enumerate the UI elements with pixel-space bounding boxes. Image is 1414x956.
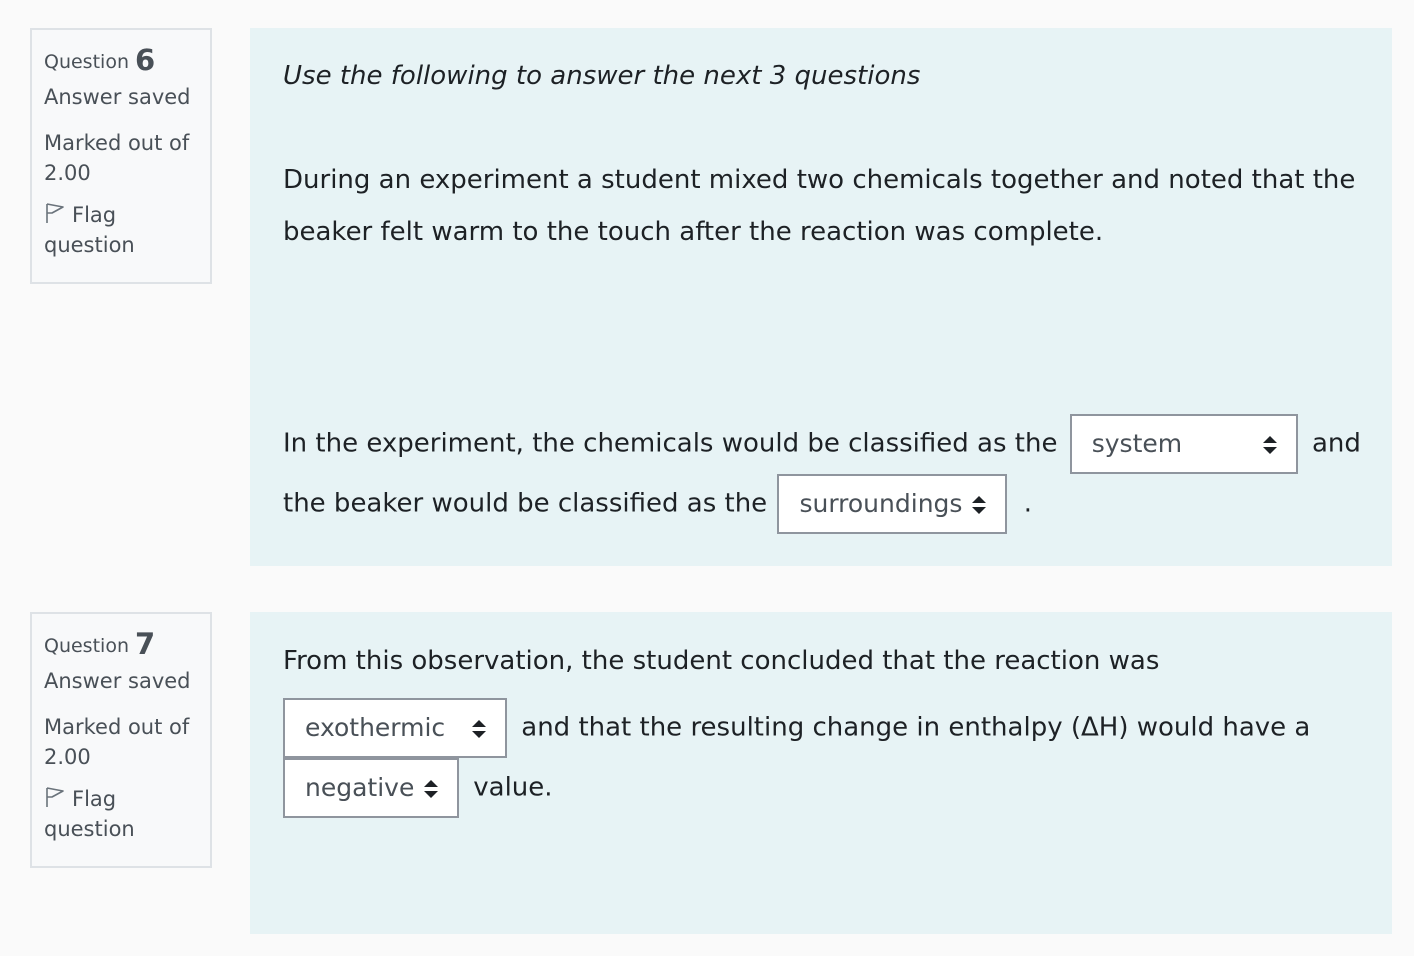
select-arrows-icon: [424, 780, 438, 798]
question-stem-line-2: the beaker would be classified as the su…: [283, 474, 1032, 534]
stem-text-3: the beaker would be classified as the: [283, 488, 768, 519]
enthalpy-sign-select[interactable]: negative: [283, 758, 459, 818]
select-value: system: [1091, 429, 1183, 458]
stem-text-3: value.: [473, 772, 553, 803]
question-number-value: 6: [135, 43, 156, 77]
passage-line-1: During an experiment a student mixed two…: [283, 165, 1356, 195]
grade-value: 2.00: [44, 745, 91, 769]
stem-text-4: .: [1023, 488, 1032, 519]
question-stem-line-1: From this observation, the student concl…: [283, 646, 1160, 676]
chemicals-classification-select[interactable]: system: [1069, 414, 1298, 474]
intro-text: Use the following to answer the next 3 q…: [283, 61, 921, 91]
grade-value: 2.00: [44, 161, 91, 185]
question-stem-line-1: In the experiment, the chemicals would b…: [283, 414, 1361, 474]
question-label: Question: [44, 51, 129, 73]
flag-icon: [46, 787, 64, 807]
select-arrows-icon: [972, 496, 987, 514]
grade-info: Marked out of 2.00: [44, 712, 198, 772]
question-number-value: 7: [135, 627, 156, 661]
select-value: negative: [305, 773, 415, 802]
flag-label-2: question: [44, 233, 135, 257]
beaker-classification-select[interactable]: surroundings: [777, 474, 1008, 534]
select-value: surroundings: [799, 489, 963, 518]
passage-line-2: beaker felt warm to the touch after the …: [283, 217, 1104, 247]
question-7-content: From this observation, the student concl…: [250, 612, 1392, 934]
flag-icon: [46, 203, 64, 223]
reaction-type-select[interactable]: exothermic: [283, 698, 507, 758]
select-arrows-icon: [1262, 436, 1277, 454]
answer-state: Answer saved: [44, 85, 191, 109]
select-value: exothermic: [305, 713, 446, 742]
stem-text-2: and that the resulting change in enthalp…: [521, 712, 1311, 743]
stem-text-2: and: [1311, 428, 1361, 459]
question-stem-line-2: exothermic and that the resulting change…: [283, 698, 1310, 758]
grade-label: Marked out of: [44, 715, 190, 739]
answer-state: Answer saved: [44, 669, 191, 693]
question-6-info: Question 6 Answer saved Marked out of 2.…: [30, 28, 212, 284]
question-7-info: Question 7 Answer saved Marked out of 2.…: [30, 612, 212, 868]
flag-label-2: question: [44, 817, 135, 841]
flag-question-link[interactable]: Flag question: [44, 200, 198, 260]
grade-info: Marked out of 2.00: [44, 128, 198, 188]
flag-label: Flag: [72, 203, 117, 227]
select-arrows-icon: [472, 720, 486, 738]
question-number: Question 7: [44, 628, 198, 660]
flag-label: Flag: [72, 787, 117, 811]
question-stem-line-3: negative value.: [283, 758, 553, 818]
flag-question-link[interactable]: Flag question: [44, 784, 198, 844]
question-6-content: Use the following to answer the next 3 q…: [250, 28, 1392, 566]
stem-text-1: In the experiment, the chemicals would b…: [283, 428, 1058, 459]
question-label: Question: [44, 635, 129, 657]
grade-label: Marked out of: [44, 131, 190, 155]
question-number: Question 6: [44, 44, 198, 76]
